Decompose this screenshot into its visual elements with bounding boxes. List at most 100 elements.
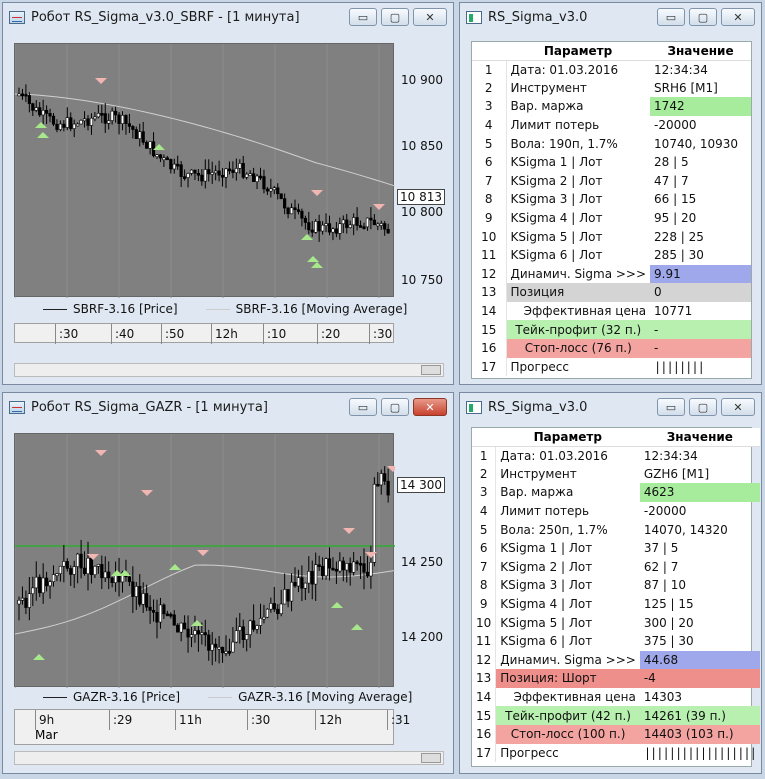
candle-body [138,586,142,605]
param-row[interactable]: 2 Инструмент GZH6 [M1] [472,464,760,484]
param-row[interactable]: 4 Лимит потерь -20000 [472,115,751,135]
candle-body [55,123,59,130]
sbrf-titlebar[interactable]: Робот RS_Sigma_v3.0_SBRF - [1 минута] ▭ … [3,3,453,31]
candle-body [79,119,83,125]
param-row[interactable]: 1 Дата: 01.03.2016 12:34:34 [472,60,751,79]
candle-body [262,176,266,190]
candle-body [127,576,131,583]
close-button[interactable]: ✕ [721,398,755,416]
close-button[interactable]: ✕ [721,8,755,26]
maximize-button[interactable]: ▢ [381,398,409,416]
candle-body [255,625,259,630]
candle-body [307,222,311,231]
param-row[interactable]: 7 KSigma 2 | Лот 47 | 7 [472,171,751,191]
param-row[interactable]: 8 KSigma 3 | Лот 87 | 10 [472,576,760,595]
sell-signal-icon [197,550,209,556]
gazr-h-scrollbar[interactable] [14,751,444,765]
maximize-button[interactable]: ▢ [381,8,409,26]
maximize-button[interactable]: ▢ [689,398,717,416]
scroll-thumb[interactable] [421,753,441,763]
param-row[interactable]: 6 KSigma 1 | Лот 28 | 5 [472,152,751,172]
close-button[interactable]: ✕ [413,398,447,416]
close-button[interactable]: ✕ [413,8,447,26]
param-row[interactable]: 12 Динамич. Sigma >>> 9.91 [472,264,751,284]
bottom-params-table: Параметр Значение 1 Дата: 01.03.2016 12:34:… [472,428,760,763]
param-value: 228 | 25 [654,229,704,244]
minimize-button[interactable]: ▭ [349,398,377,416]
candle-body [262,616,266,620]
legend-price: GAZR-3.16 [Price] [43,690,180,704]
param-row[interactable]: 10 KSigma 5 | Лот 300 | 20 [472,613,760,632]
param-name: Стоп-лосс (100 п.) [495,724,640,744]
param-row[interactable]: 16 Стоп-лосс (76 п.) - [472,338,751,358]
param-row[interactable]: 11 KSigma 6 | Лот 375 | 30 [472,631,760,651]
param-row[interactable]: 1 Дата: 01.03.2016 12:34:34 [472,446,760,465]
candle-body [72,123,76,129]
candle-body [141,131,145,143]
bottom-params-grid[interactable]: Параметр Значение 1 Дата: 01.03.2016 12:34:… [471,427,760,767]
gazr-titlebar[interactable]: Робот RS_Sigma_GAZR - [1 минута] ▭ ▢ ✕ [3,393,453,421]
param-row[interactable]: 14 Эффективная цена 14303 [472,687,760,707]
legend-moving-average: SBRF-3.16 [Moving Average] [205,302,407,316]
param-row[interactable]: 6 KSigma 1 | Лот 37 | 5 [472,538,760,558]
bottom-table-titlebar[interactable]: RS_Sigma_v3.0 ▭ ▢ ✕ [460,393,761,421]
param-row[interactable]: 5 Вола: 250п, 1.7% 14070, 14320 [472,520,760,539]
param-row[interactable]: 12 Динамич. Sigma >>> 44.68 [472,650,760,670]
minimize-button[interactable]: ▭ [349,8,377,26]
param-value: 44.68 [639,650,760,670]
param-row[interactable]: 11 KSigma 6 | Лот 285 | 30 [472,245,751,265]
gazr-chart-svg [14,434,399,688]
top-table-titlebar[interactable]: RS_Sigma_v3.0 ▭ ▢ ✕ [460,3,761,31]
candle-body [245,634,249,640]
param-name: KSigma 2 | Лот [510,173,603,188]
row-index: 5 [472,134,507,153]
param-row[interactable]: 3 Вар. маржа 1742 [472,97,751,116]
candle-body [352,217,356,226]
candle-body [41,577,45,594]
param-row[interactable]: 17 Прогресс |||||||||||||||||| [472,743,760,763]
sbrf-h-scrollbar[interactable] [14,363,444,377]
param-row[interactable]: 13 Позиция 0 [472,283,751,302]
param-row[interactable]: 15 Тейк-профит (42 п.) 14261 (39 п.) [472,706,760,725]
maximize-button[interactable]: ▢ [689,8,717,26]
param-row[interactable]: 4 Лимит потерь -20000 [472,501,760,521]
param-row[interactable]: 2 Инструмент SRH6 [M1] [472,78,751,98]
top-params-grid[interactable]: Параметр Значение 1 Дата: 01.03.2016 12:34:… [471,41,752,379]
minimize-button[interactable]: ▭ [657,8,685,26]
gazr-price-chart[interactable] [14,433,399,688]
param-row[interactable]: 9 KSigma 4 | Лот 95 | 20 [472,208,751,228]
param-row[interactable]: 8 KSigma 3 | Лот 66 | 15 [472,190,751,209]
param-row[interactable]: 3 Вар. маржа 4623 [472,483,760,502]
param-row[interactable]: 15 Тейк-профит (32 п.) - [472,320,751,339]
param-row[interactable]: 13 Позиция: Шорт -4 [472,669,760,688]
candle-body [27,95,31,104]
y-tick: 10 750 [401,273,443,287]
sbrf-price-chart[interactable] [14,43,396,298]
param-row[interactable]: 9 KSigma 4 | Лот 125 | 15 [472,594,760,614]
param-row[interactable]: 17 Прогресс |||||||| [472,357,751,377]
param-value: 95 | 20 [654,211,697,226]
bottom-table-title: RS_Sigma_v3.0 [488,399,588,415]
param-name: Инструмент [510,80,587,95]
param-row[interactable]: 16 Стоп-лосс (100 п.) 14403 (103 п.) [472,724,760,744]
candle-body [17,599,21,605]
candle-body [100,564,104,579]
scroll-thumb[interactable] [421,365,441,375]
candle-body [38,107,42,116]
minimize-button[interactable]: ▭ [657,398,685,416]
param-name: Дата: 01.03.2016 [500,448,608,463]
buy-signal-icon [301,234,313,240]
param-name: Инструмент [500,466,577,481]
param-name: Стоп-лосс (76 п.) [506,338,651,358]
param-row[interactable]: 10 KSigma 5 | Лот 228 | 25 [472,227,751,246]
y-tick: 14 200 [401,630,443,644]
candle-body [200,632,204,635]
param-row[interactable]: 14 Эффективная цена 10771 [472,301,751,321]
col-index [472,42,506,61]
current-price-label: 14 300 [397,477,445,493]
param-row[interactable]: 7 KSigma 2 | Лот 62 | 7 [472,557,760,577]
candle-body [172,163,176,170]
candle-body [303,582,307,589]
candle-body [165,157,169,161]
param-row[interactable]: 5 Вола: 190п, 1.7% 10740, 10930 [472,134,751,153]
